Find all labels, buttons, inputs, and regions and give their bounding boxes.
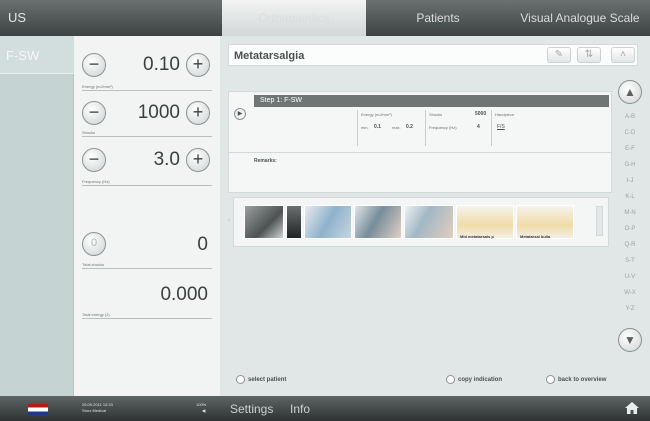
alpha-item-y-z[interactable]: Y-Z xyxy=(613,306,647,312)
frequency-decrease-button[interactable]: − xyxy=(82,148,106,172)
step-handpiece-value[interactable]: F/S xyxy=(497,124,505,130)
shocks-value: 1000 xyxy=(137,102,180,123)
user-text: Storz Medical xyxy=(82,408,107,413)
divider xyxy=(82,268,212,269)
alpha-item-e-f[interactable]: E-F xyxy=(613,146,647,152)
tab-orthopaedics[interactable]: Orthopaedics xyxy=(222,0,366,36)
image-caption: Mid metatarsals p xyxy=(460,234,494,239)
image-caption: Metatarsal bulla xyxy=(520,234,551,239)
action-row: select patient copy indication back to o… xyxy=(228,372,646,390)
handpiece-thumbnail[interactable] xyxy=(286,205,302,239)
volume-indicator[interactable]: 100% ◀) xyxy=(196,402,206,414)
tab-patients[interactable]: Patients xyxy=(366,0,510,36)
speaker-icon: ◀) xyxy=(201,408,207,413)
energy-decrease-button[interactable]: − xyxy=(82,53,106,77)
back-icon xyxy=(546,375,555,384)
image-strip: ‹ Mid metatarsals p Metatarsal bulla xyxy=(228,197,609,247)
shocks-label: Shocks xyxy=(82,130,96,135)
alpha-item-a-b[interactable]: A-B xyxy=(613,114,647,120)
remarks-box: Remarks: xyxy=(228,153,612,193)
copy-icon xyxy=(446,375,455,384)
shocks-decrease-button[interactable]: − xyxy=(82,101,106,125)
divider xyxy=(82,90,212,91)
top-bar: US Orthopaedics Patients Visual Analogue… xyxy=(0,0,650,36)
total-energy-value: 0.000 xyxy=(160,284,208,305)
step-shocks-value: 5000 xyxy=(475,111,487,117)
alpha-item-i-j[interactable]: I-J xyxy=(613,178,647,184)
step-frequency-value: 4 xyxy=(477,124,480,130)
alpha-item-c-d[interactable]: C-D xyxy=(613,130,647,136)
step-min-label: min. xyxy=(361,125,369,130)
divider xyxy=(357,110,358,146)
step-title: Step 1: F-SW xyxy=(254,95,609,107)
home-icon[interactable] xyxy=(624,401,640,415)
step-min-value: 0.1 xyxy=(374,124,381,130)
step-handpiece-label: Handpiece xyxy=(495,112,515,117)
region-label: US xyxy=(8,10,27,25)
reset-counter-button[interactable]: 0 xyxy=(82,232,106,256)
shocks-increase-button[interactable]: + xyxy=(186,101,210,125)
frequency-label: Frequency (Hz) xyxy=(82,179,110,184)
divider xyxy=(82,185,212,186)
step-frequency-label: Frequency (Hz) xyxy=(429,125,457,130)
chevron-down-icon[interactable]: ▼ xyxy=(618,328,642,352)
alpha-item-o-p[interactable]: O-P xyxy=(613,226,647,232)
alpha-item-s-t[interactable]: S-T xyxy=(613,258,647,264)
alpha-item-m-n[interactable]: M-N xyxy=(613,210,647,216)
frequency-increase-button[interactable]: + xyxy=(186,148,210,172)
treatment-image[interactable] xyxy=(354,205,402,239)
energy-increase-button[interactable]: + xyxy=(186,53,210,77)
total-shocks-label: Total shocks xyxy=(82,262,105,267)
alpha-item-w-x[interactable]: W-X xyxy=(613,290,647,296)
frequency-value: 3.0 xyxy=(153,149,180,170)
parameter-panel: − 0.10 + Energy (mJ/mm²) − 1000 + Shocks… xyxy=(74,36,220,396)
step-max-label: max. xyxy=(392,125,401,130)
back-to-overview-button[interactable]: back to overview xyxy=(546,375,606,384)
step-energy-label: Energy (mJ/mm²) xyxy=(361,112,392,117)
settings-button[interactable]: Settings xyxy=(230,402,273,416)
collapse-button[interactable]: ˄ xyxy=(611,47,635,63)
info-button[interactable]: Info xyxy=(290,402,310,416)
strip-scrollbar[interactable] xyxy=(596,206,603,236)
energy-value: 0.10 xyxy=(143,54,180,75)
bottom-bar: 26.05.2011 13:33 Storz Medical 100% ◀) S… xyxy=(0,396,650,421)
datetime: 26.05.2011 13:33 Storz Medical xyxy=(82,402,113,414)
alphabet-index: ▲ A-B C-D E-F G-H I-J K-L M-N O-P Q-R S-… xyxy=(613,72,647,362)
alpha-item-q-r[interactable]: Q-R xyxy=(613,242,647,248)
indication-header: Metatarsalgia ✎ ⇅ ˄ xyxy=(228,44,638,66)
total-energy-label: Total energy (J) xyxy=(82,312,110,317)
treatment-image[interactable] xyxy=(304,205,352,239)
divider xyxy=(425,110,426,146)
total-shocks-value: 0 xyxy=(197,234,208,255)
step-box: Step 1: F-SW ▶ Energy (mJ/mm²) min. 0.1 … xyxy=(228,91,612,153)
play-icon[interactable]: ▶ xyxy=(234,108,246,120)
step-shocks-label: Shocks xyxy=(429,112,443,117)
language-flag-icon[interactable] xyxy=(28,404,48,415)
divider xyxy=(491,110,492,146)
mode-label: F-SW xyxy=(6,48,40,63)
step-max-value: 0.2 xyxy=(406,124,413,130)
scroll-left-icon[interactable]: ‹ xyxy=(228,218,230,224)
copy-indication-button[interactable]: copy indication xyxy=(446,375,502,384)
arrow-icon xyxy=(236,375,245,384)
edit-button[interactable]: ✎ xyxy=(547,47,571,63)
divider xyxy=(82,318,212,319)
remarks-label: Remarks: xyxy=(254,158,277,164)
chevron-up-icon[interactable]: ▲ xyxy=(618,80,642,104)
indication-panel: Metatarsalgia ✎ ⇅ ˄ Step 1: F-SW ▶ Energ… xyxy=(220,36,650,415)
alpha-item-g-h[interactable]: G-H xyxy=(613,162,647,168)
divider xyxy=(82,136,212,137)
refresh-icon[interactable]: ⇅ xyxy=(577,47,601,63)
alpha-item-u-v[interactable]: U-V xyxy=(613,274,647,280)
mode-column: F-SW xyxy=(0,36,74,396)
indication-title: Metatarsalgia xyxy=(234,50,305,62)
energy-label: Energy (mJ/mm²) xyxy=(82,84,113,89)
treatment-image[interactable] xyxy=(404,205,454,239)
alpha-item-k-l[interactable]: K-L xyxy=(613,194,647,200)
tab-visual-analogue-scale[interactable]: Visual Analogue Scale xyxy=(510,0,650,36)
indication-body: Step 1: F-SW ▶ Energy (mJ/mm²) min. 0.1 … xyxy=(228,69,638,415)
device-thumbnail[interactable] xyxy=(244,205,284,239)
select-patient-button[interactable]: select patient xyxy=(236,375,286,384)
